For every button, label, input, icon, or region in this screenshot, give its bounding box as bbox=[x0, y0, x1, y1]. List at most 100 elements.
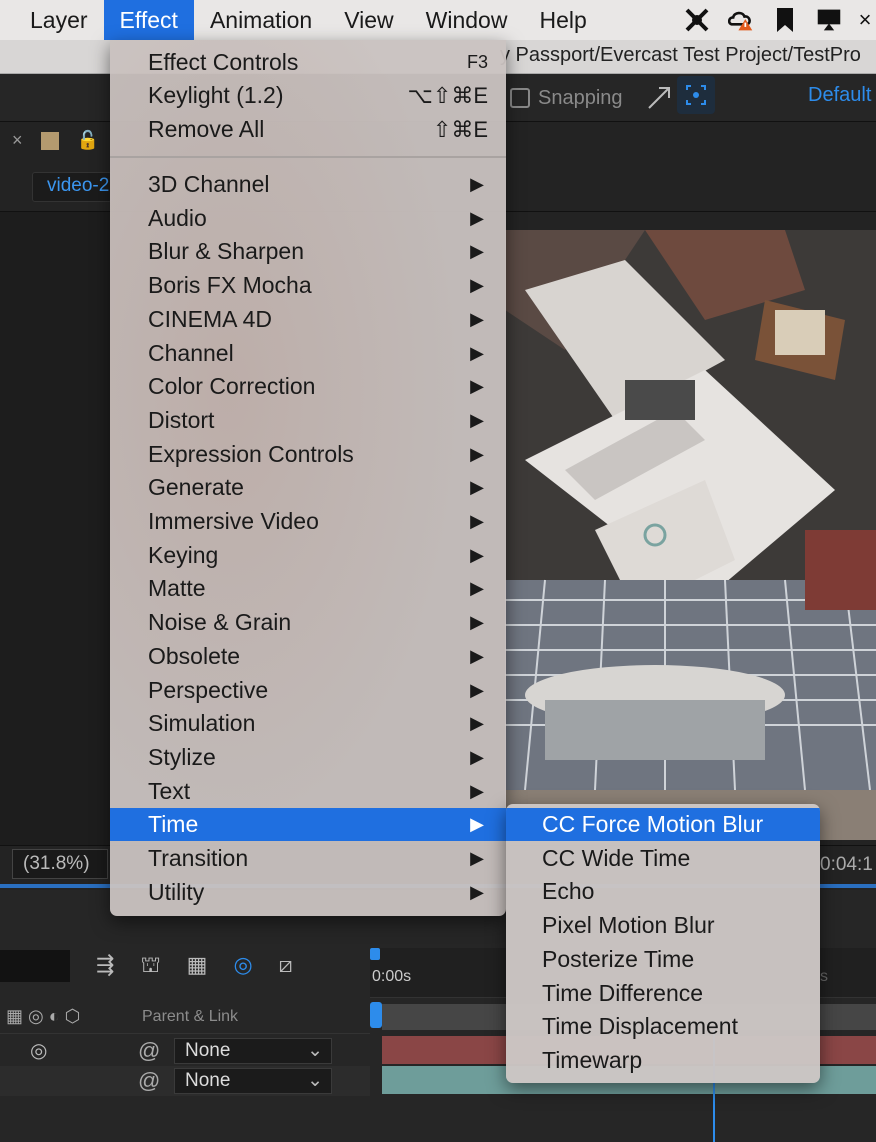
menu-item-label: Channel bbox=[148, 339, 234, 366]
submenu-arrow-icon: ▶ bbox=[470, 308, 484, 329]
snapping-label: Snapping bbox=[538, 86, 623, 109]
submenu-arrow-icon: ▶ bbox=[470, 207, 484, 228]
work-area-start-handle[interactable] bbox=[370, 948, 380, 960]
frame-blending-icon[interactable]: ▦ bbox=[187, 952, 208, 981]
shortcut-label: ⌥⇧⌘E bbox=[407, 83, 488, 108]
layer-search-input[interactable] bbox=[0, 950, 70, 982]
menu-layer[interactable]: Layer bbox=[0, 0, 104, 40]
menu-window[interactable]: Window bbox=[410, 0, 524, 40]
menu-item-label: Matte bbox=[148, 575, 206, 602]
menu-item-remove-all[interactable]: Remove All ⇧⌘E bbox=[110, 113, 506, 146]
menu-item-label: Effect Controls bbox=[148, 49, 299, 75]
shy-icon[interactable]: ⇶ bbox=[96, 952, 114, 981]
menu-item-label: Audio bbox=[148, 204, 207, 231]
motion-blur-switch-icon[interactable]: ◎ bbox=[30, 1038, 47, 1063]
menu-item-keylight[interactable]: Keylight (1.2) ⌥⇧⌘E bbox=[110, 79, 506, 112]
chevron-down-icon: ⌄ bbox=[307, 1040, 323, 1061]
menu-item-label: Remove All bbox=[148, 116, 265, 142]
menu-category-audio[interactable]: Audio ▶ bbox=[110, 202, 506, 235]
chevron-down-icon: ⌄ bbox=[307, 1070, 323, 1091]
submenu-arrow-icon: ▶ bbox=[470, 443, 484, 464]
snapping-toggle[interactable]: Snapping bbox=[510, 84, 673, 112]
menu-separator bbox=[110, 156, 506, 158]
panel-tab-controls: × 🔓 bbox=[12, 130, 99, 151]
submenu-item-cc-wide-time[interactable]: CC Wide Time bbox=[506, 842, 820, 875]
creative-cloud-icon[interactable] bbox=[728, 7, 754, 33]
menu-item-effect-controls[interactable]: Effect Controls F3 bbox=[110, 46, 506, 79]
more-icon[interactable]: × bbox=[859, 7, 872, 33]
composition-viewer[interactable] bbox=[505, 230, 876, 840]
work-area-handle[interactable] bbox=[370, 1002, 382, 1028]
layer-row-2[interactable]: @ None ⌄ bbox=[0, 1066, 370, 1096]
pick-whip-icon[interactable]: @ bbox=[138, 1038, 160, 1064]
menu-category-generate[interactable]: Generate ▶ bbox=[110, 471, 506, 504]
menu-category-matte[interactable]: Matte ▶ bbox=[110, 572, 506, 605]
lock-icon[interactable]: 🔓 bbox=[77, 130, 99, 151]
submenu-arrow-icon: ▶ bbox=[470, 275, 484, 296]
parent-dropdown[interactable]: None ⌄ bbox=[174, 1038, 332, 1064]
menu-category-color-correction[interactable]: Color Correction ▶ bbox=[110, 370, 506, 403]
menu-item-label: CINEMA 4D bbox=[148, 305, 272, 332]
submenu-arrow-icon: ▶ bbox=[470, 645, 484, 666]
zoom-dropdown[interactable]: (31.8%) bbox=[12, 849, 108, 879]
menu-category-3d-channel[interactable]: 3D Channel ▶ bbox=[110, 168, 506, 201]
submenu-item-timewarp[interactable]: Timewarp bbox=[506, 1044, 820, 1077]
menu-category-channel[interactable]: Channel ▶ bbox=[110, 337, 506, 370]
menu-view[interactable]: View bbox=[328, 0, 409, 40]
focus-tool-icon[interactable] bbox=[677, 76, 715, 114]
menu-help[interactable]: Help bbox=[523, 0, 602, 40]
label-color-swatch[interactable] bbox=[40, 131, 59, 150]
workspace-default[interactable]: Default bbox=[808, 84, 871, 107]
menu-item-label: Utility bbox=[148, 878, 205, 905]
motion-blur-icon[interactable]: ◎ bbox=[233, 952, 252, 981]
menu-item-label: Obsolete bbox=[148, 642, 241, 669]
menu-category-blur-sharpen[interactable]: Blur & Sharpen ▶ bbox=[110, 235, 506, 268]
submenu-arrow-icon: ▶ bbox=[470, 511, 484, 531]
menu-category-utility[interactable]: Utility ▶ bbox=[110, 876, 506, 909]
menu-category-immersive-video[interactable]: Immersive Video ▶ bbox=[110, 505, 506, 538]
bookmark-icon[interactable] bbox=[772, 7, 798, 33]
submenu-arrow-icon: ▶ bbox=[470, 578, 484, 599]
menu-category-simulation[interactable]: Simulation ▶ bbox=[110, 707, 506, 740]
menu-category-keying[interactable]: Keying ▶ bbox=[110, 539, 506, 572]
menu-category-boris-fx-mocha[interactable]: Boris FX Mocha ▶ bbox=[110, 269, 506, 302]
submenu-item-pixel-motion-blur[interactable]: Pixel Motion Blur bbox=[506, 909, 820, 942]
close-icon[interactable]: × bbox=[12, 130, 23, 151]
submenu-item-time-difference[interactable]: Time Difference bbox=[506, 977, 820, 1010]
parent-dropdown[interactable]: None ⌄ bbox=[174, 1068, 332, 1094]
current-timecode[interactable]: 0:04:1 bbox=[820, 854, 873, 876]
menu-animation[interactable]: Animation bbox=[194, 0, 328, 40]
pick-whip-icon[interactable]: @ bbox=[138, 1068, 160, 1094]
submenu-item-posterize-time[interactable]: Posterize Time bbox=[506, 943, 820, 976]
menu-category-text[interactable]: Text ▶ bbox=[110, 775, 506, 808]
shortcut-label: ⇧⌘E bbox=[432, 117, 488, 142]
menu-effect[interactable]: Effect bbox=[103, 0, 194, 40]
parent-dropdown-value: None bbox=[185, 1040, 231, 1061]
menu-item-label: Perspective bbox=[148, 676, 269, 703]
menu-item-label: Simulation bbox=[148, 710, 256, 737]
graph-editor-icon[interactable]: ⧄ bbox=[279, 952, 293, 981]
menu-category-perspective[interactable]: Perspective ▶ bbox=[110, 674, 506, 707]
menu-category-transition[interactable]: Transition ▶ bbox=[110, 842, 506, 875]
menu-item-label: Blur & Sharpen bbox=[148, 238, 304, 265]
menu-category-stylize[interactable]: Stylize ▶ bbox=[110, 741, 506, 774]
menu-category-expression-controls[interactable]: Expression Controls ▶ bbox=[110, 438, 506, 471]
submenu-item-echo[interactable]: Echo bbox=[506, 875, 820, 908]
menu-item-label: Color Correction bbox=[148, 373, 316, 400]
evercast-icon[interactable] bbox=[684, 7, 710, 33]
draft-3d-icon[interactable]: ⛫ bbox=[140, 952, 160, 981]
menu-category-distort[interactable]: Distort ▶ bbox=[110, 404, 506, 437]
menu-category-obsolete[interactable]: Obsolete ▶ bbox=[110, 640, 506, 673]
menu-category-cinema-4d[interactable]: CINEMA 4D ▶ bbox=[110, 303, 506, 336]
submenu-arrow-icon: ▶ bbox=[470, 544, 484, 565]
composition-tab[interactable]: video-2 bbox=[32, 172, 112, 202]
airplay-icon[interactable] bbox=[816, 7, 842, 33]
snap-arrow-icon[interactable] bbox=[645, 84, 673, 112]
submenu-item-cc-force-motion-blur[interactable]: CC Force Motion Blur bbox=[506, 808, 820, 841]
submenu-arrow-icon: ▶ bbox=[470, 477, 484, 498]
layer-row-1[interactable]: ◎ @ None ⌄ bbox=[0, 1036, 370, 1066]
submenu-item-time-displacement[interactable]: Time Displacement bbox=[506, 1010, 820, 1043]
menu-category-noise-grain[interactable]: Noise & Grain ▶ bbox=[110, 606, 506, 639]
snapping-checkbox[interactable] bbox=[510, 88, 530, 108]
menu-category-time[interactable]: Time ▶ bbox=[110, 808, 506, 842]
